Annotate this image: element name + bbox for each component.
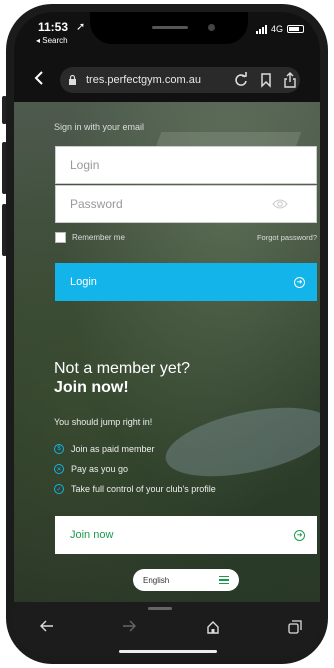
login-input[interactable] xyxy=(56,147,316,183)
dollar-circle-icon: $ xyxy=(54,444,64,454)
forgot-password-link[interactable]: Forgot password? xyxy=(257,233,317,242)
login-button-label: Login xyxy=(70,276,97,288)
share-icon[interactable] xyxy=(284,72,296,88)
password-field[interactable] xyxy=(55,185,317,223)
address-bar[interactable]: tres.perfectgym.com.au xyxy=(60,67,300,93)
remember-me[interactable]: Remember me xyxy=(55,232,125,243)
browser-actions xyxy=(234,72,296,88)
language-value: English xyxy=(143,575,170,585)
lock-icon xyxy=(69,74,76,85)
benefit-label: Take full control of your club's profile xyxy=(71,484,216,494)
clock: 11:53 xyxy=(38,20,69,34)
notch xyxy=(90,12,248,44)
join-now-button-label: Join now xyxy=(70,529,114,541)
phone-frame: 11:53 ➚ ◂ Search 4G tres.perfectgym.com.… xyxy=(0,0,334,668)
back-arrow-icon[interactable] xyxy=(34,70,44,86)
tabs-icon[interactable] xyxy=(288,620,302,634)
menu-icon xyxy=(219,575,229,585)
benefit-label: Pay as you go xyxy=(71,464,129,474)
language-selector[interactable]: English xyxy=(133,569,239,591)
lake-shape xyxy=(159,394,320,490)
speaker-grille xyxy=(152,26,188,29)
check-circle-icon: ✓ xyxy=(54,484,64,494)
join-now-button[interactable]: Join now ➜ xyxy=(55,516,317,554)
benefit-item: $ Join as paid member xyxy=(54,444,155,454)
x-circle-icon: ✕ xyxy=(54,464,64,474)
signin-heading: Sign in with your email xyxy=(54,122,145,132)
status-indicators: 4G xyxy=(255,24,304,34)
show-password-eye-icon[interactable] xyxy=(272,198,288,210)
location-arrow-icon: ➚ xyxy=(76,21,86,33)
front-camera xyxy=(208,24,215,31)
benefit-item: ✕ Pay as you go xyxy=(54,464,128,474)
back-arrow-icon[interactable] xyxy=(40,620,54,632)
browser-toolbar: tres.perfectgym.com.au xyxy=(14,58,320,102)
home-indicator xyxy=(119,650,217,653)
arrow-right-circle-icon: ➜ xyxy=(294,276,305,288)
remember-me-label: Remember me xyxy=(72,233,125,242)
remember-me-checkbox[interactable] xyxy=(55,232,66,243)
toolbar-handle xyxy=(148,607,172,610)
arrow-right-circle-icon: ➜ xyxy=(294,529,305,541)
url-text: tres.perfectgym.com.au xyxy=(86,74,201,86)
screen: 11:53 ➚ ◂ Search 4G tres.perfectgym.com.… xyxy=(14,12,320,656)
network-type: 4G xyxy=(270,24,283,34)
benefit-label: Join as paid member xyxy=(71,444,155,454)
login-button[interactable]: Login ➜ xyxy=(55,263,317,301)
status-bar: 11:53 ➚ ◂ Search 4G xyxy=(14,12,320,58)
promo-intro: You should jump right in! xyxy=(54,417,153,427)
signal-icon xyxy=(255,24,267,34)
reload-icon[interactable] xyxy=(234,72,248,88)
battery-icon xyxy=(287,25,304,33)
browser-bottom-bar xyxy=(14,602,320,656)
promo-subtitle: Join now! xyxy=(54,379,129,396)
forward-arrow-icon[interactable] xyxy=(122,620,136,632)
promo-title: Not a member yet? xyxy=(54,360,191,377)
bookmark-icon[interactable] xyxy=(260,72,272,88)
home-icon[interactable] xyxy=(206,620,220,634)
back-to-app-link[interactable]: ◂ Search xyxy=(36,36,68,45)
login-field[interactable] xyxy=(55,146,317,184)
benefit-item: ✓ Take full control of your club's profi… xyxy=(54,484,216,494)
